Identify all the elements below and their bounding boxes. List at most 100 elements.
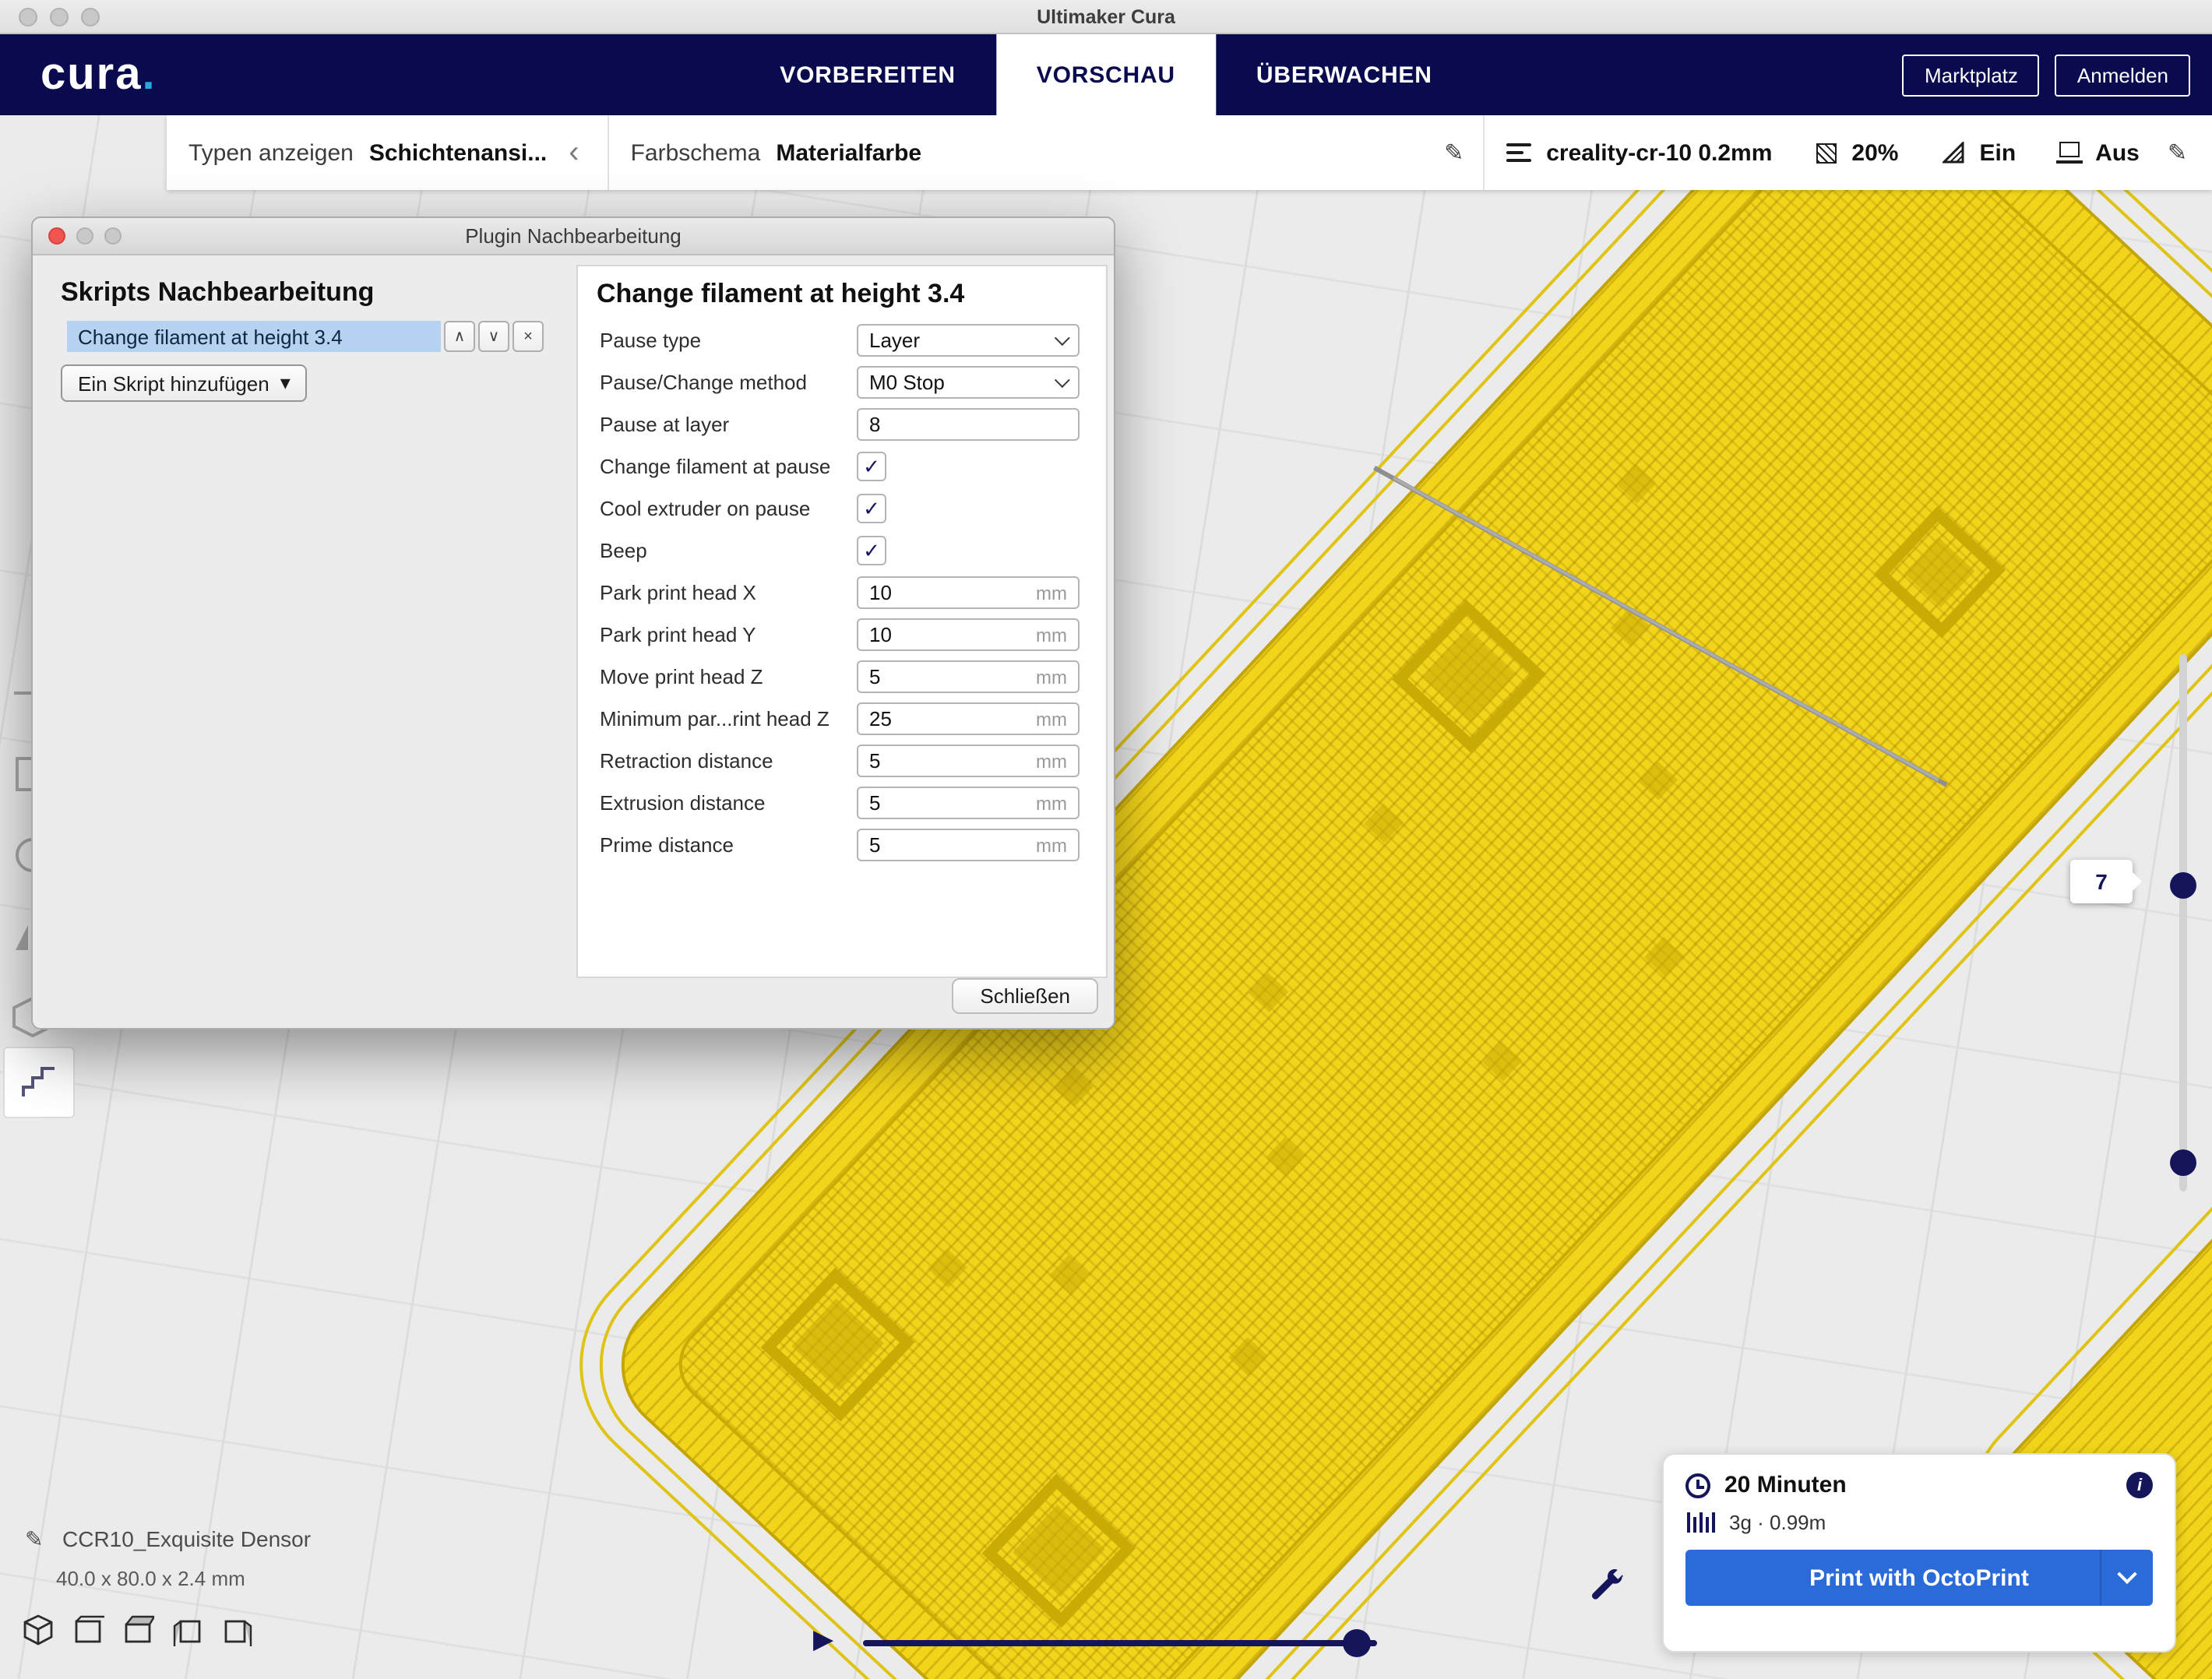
simulation-slider-handle[interactable] [1343, 1629, 1371, 1657]
info-icon[interactable]: i [2126, 1472, 2153, 1498]
park-y-input[interactable]: 10mm [857, 618, 1080, 651]
field-row: Extrusion distance 5mm [578, 782, 1106, 824]
field-row: Beep ✓ [578, 530, 1106, 572]
view-right-icon[interactable] [221, 1614, 254, 1646]
dialog-minimize-button[interactable] [76, 227, 93, 245]
print-job-panel: 20 Minuten i 3g · 0.99m Print with OctoP… [1662, 1453, 2176, 1653]
check-icon: ✓ [863, 456, 880, 477]
cool-extruder-checkbox[interactable]: ✓ [857, 494, 886, 523]
view-type-label: Typen anzeigen [188, 139, 354, 166]
remove-script-button[interactable]: × [512, 321, 544, 352]
print-button-label: Print with OctoPrint [1809, 1565, 2029, 1591]
view-3d-icon[interactable] [22, 1614, 55, 1646]
simulation-slider-track[interactable] [863, 1640, 1377, 1646]
marketplace-button[interactable]: Marktplatz [1903, 54, 2040, 96]
view-top-icon[interactable] [122, 1614, 154, 1646]
layer-legend-tile[interactable] [3, 1047, 75, 1118]
material-row: 3g · 0.99m [1685, 1511, 2153, 1534]
view-left-icon[interactable] [171, 1614, 204, 1646]
extrusion-distance-input[interactable]: 5mm [857, 787, 1080, 819]
change-filament-checkbox[interactable]: ✓ [857, 452, 886, 481]
signin-button[interactable]: Anmelden [2055, 54, 2190, 96]
close-window-button[interactable] [19, 7, 37, 26]
prime-distance-input[interactable]: 5mm [857, 829, 1080, 861]
app-header: cura. VORBEREITEN VORSCHAU ÜBERWACHEN Ma… [0, 34, 2212, 115]
color-scheme-value[interactable]: Materialfarbe [776, 139, 921, 166]
macos-titlebar: Ultimaker Cura [0, 0, 2212, 34]
printer-name[interactable]: creality-cr-10 0.2mm [1546, 139, 1772, 166]
field-label: Pause type [600, 329, 857, 352]
rename-model-icon[interactable]: ✎ [25, 1526, 43, 1553]
chevron-left-icon[interactable]: ‹ [562, 137, 585, 168]
color-scheme-section[interactable]: Farbschema Materialfarbe [609, 115, 944, 190]
caret-down-icon: ▾ [280, 371, 291, 396]
app-root: Ultimaker Cura cura. VORBEREITEN VORSCHA… [0, 0, 2212, 1679]
field-label: Beep [600, 539, 857, 562]
chevron-down-icon [1055, 330, 1070, 346]
pencil-icon[interactable]: ✎ [2168, 139, 2187, 167]
view-toolbar: Typen anzeigen Schichtenansi... ‹ Farbsc… [167, 115, 2212, 190]
infill-section[interactable]: 20% [1794, 115, 1920, 190]
qr-finder-square [982, 1473, 1136, 1628]
view-type-value[interactable]: Schichtenansi... [369, 139, 547, 166]
zoom-window-button[interactable] [81, 7, 100, 26]
support-icon [1942, 142, 1964, 164]
pencil-icon[interactable]: ✎ [1444, 139, 1464, 167]
field-row: Pause type Layer [578, 319, 1106, 361]
adjust-tools-icon[interactable] [1586, 1567, 1626, 1607]
tab-vorbereiten[interactable]: VORBEREITEN [739, 34, 996, 115]
scripts-heading: Skripts Nachbearbeitung [61, 277, 374, 308]
pause-type-select[interactable]: Layer [857, 324, 1080, 357]
move-script-down-button[interactable]: ∨ [478, 321, 509, 352]
view-front-icon[interactable] [72, 1614, 104, 1646]
tab-ueberwachen[interactable]: ÜBERWACHEN [1216, 34, 1473, 115]
field-row: Park print head Y 10mm [578, 614, 1106, 656]
active-script-item[interactable]: Change filament at height 3.4 [67, 321, 441, 352]
beep-checkbox[interactable]: ✓ [857, 536, 886, 565]
park-x-input[interactable]: 10mm [857, 576, 1080, 609]
check-icon: ✓ [863, 540, 880, 561]
layer-slider-handle-top[interactable] [2170, 872, 2196, 899]
model-name: CCR10_Exquisite Densor [62, 1526, 311, 1551]
move-z-input[interactable]: 5mm [857, 660, 1080, 693]
add-script-button[interactable]: Ein Skript hinzufügen ▾ [61, 364, 308, 402]
support-section[interactable]: Ein [1920, 115, 2038, 190]
pause-at-layer-input[interactable]: 8 [857, 408, 1080, 441]
dialog-titlebar[interactable]: Plugin Nachbearbeitung [33, 218, 1114, 255]
layers-icon [19, 1062, 59, 1103]
header-actions: Marktplatz Anmelden [1903, 54, 2190, 96]
field-label: Cool extruder on pause [600, 497, 857, 520]
pause-method-select[interactable]: M0 Stop [857, 366, 1080, 399]
qr-finder-square [1392, 600, 1546, 754]
logo-dot: . [143, 49, 157, 99]
print-time: 20 Minuten [1724, 1472, 1847, 1498]
chevron-down-icon[interactable] [2100, 1550, 2153, 1606]
minimize-window-button[interactable] [50, 7, 69, 26]
dialog-zoom-button[interactable] [104, 227, 122, 245]
close-dialog-button[interactable]: Schließen [952, 978, 1098, 1014]
camera-view-buttons [22, 1614, 254, 1646]
layer-slider-handle-bottom[interactable] [2170, 1149, 2196, 1176]
retraction-distance-input[interactable]: 5mm [857, 744, 1080, 777]
adhesion-section[interactable]: Aus [2038, 115, 2161, 190]
clock-icon [1685, 1473, 1710, 1498]
print-with-octoprint-button[interactable]: Print with OctoPrint [1685, 1550, 2153, 1606]
field-label: Park print head X [600, 581, 857, 604]
field-label: Minimum par...rint head Z [600, 707, 857, 730]
tab-vorschau[interactable]: VORSCHAU [996, 34, 1216, 115]
minimum-park-z-input[interactable]: 25mm [857, 702, 1080, 735]
field-row: Park print head X 10mm [578, 572, 1106, 614]
view-type-section[interactable]: Typen anzeigen Schichtenansi... ‹ [167, 115, 608, 190]
script-list-row: Change filament at height 3.4 ∧ ∨ × [67, 321, 544, 352]
move-script-up-button[interactable]: ∧ [444, 321, 475, 352]
play-button[interactable]: ▶ [813, 1626, 833, 1653]
check-icon: ✓ [863, 498, 880, 519]
layer-slider-track[interactable] [2179, 654, 2187, 1191]
material-usage: 3g · 0.99m [1729, 1511, 1826, 1534]
dialog-title: Plugin Nachbearbeitung [33, 224, 1114, 248]
dialog-close-button[interactable] [48, 227, 65, 245]
window-controls [19, 7, 100, 26]
infill-value: 20% [1851, 139, 1898, 166]
printer-config-section[interactable]: creality-cr-10 0.2mm [1484, 115, 1794, 190]
field-label: Move print head Z [600, 665, 857, 688]
